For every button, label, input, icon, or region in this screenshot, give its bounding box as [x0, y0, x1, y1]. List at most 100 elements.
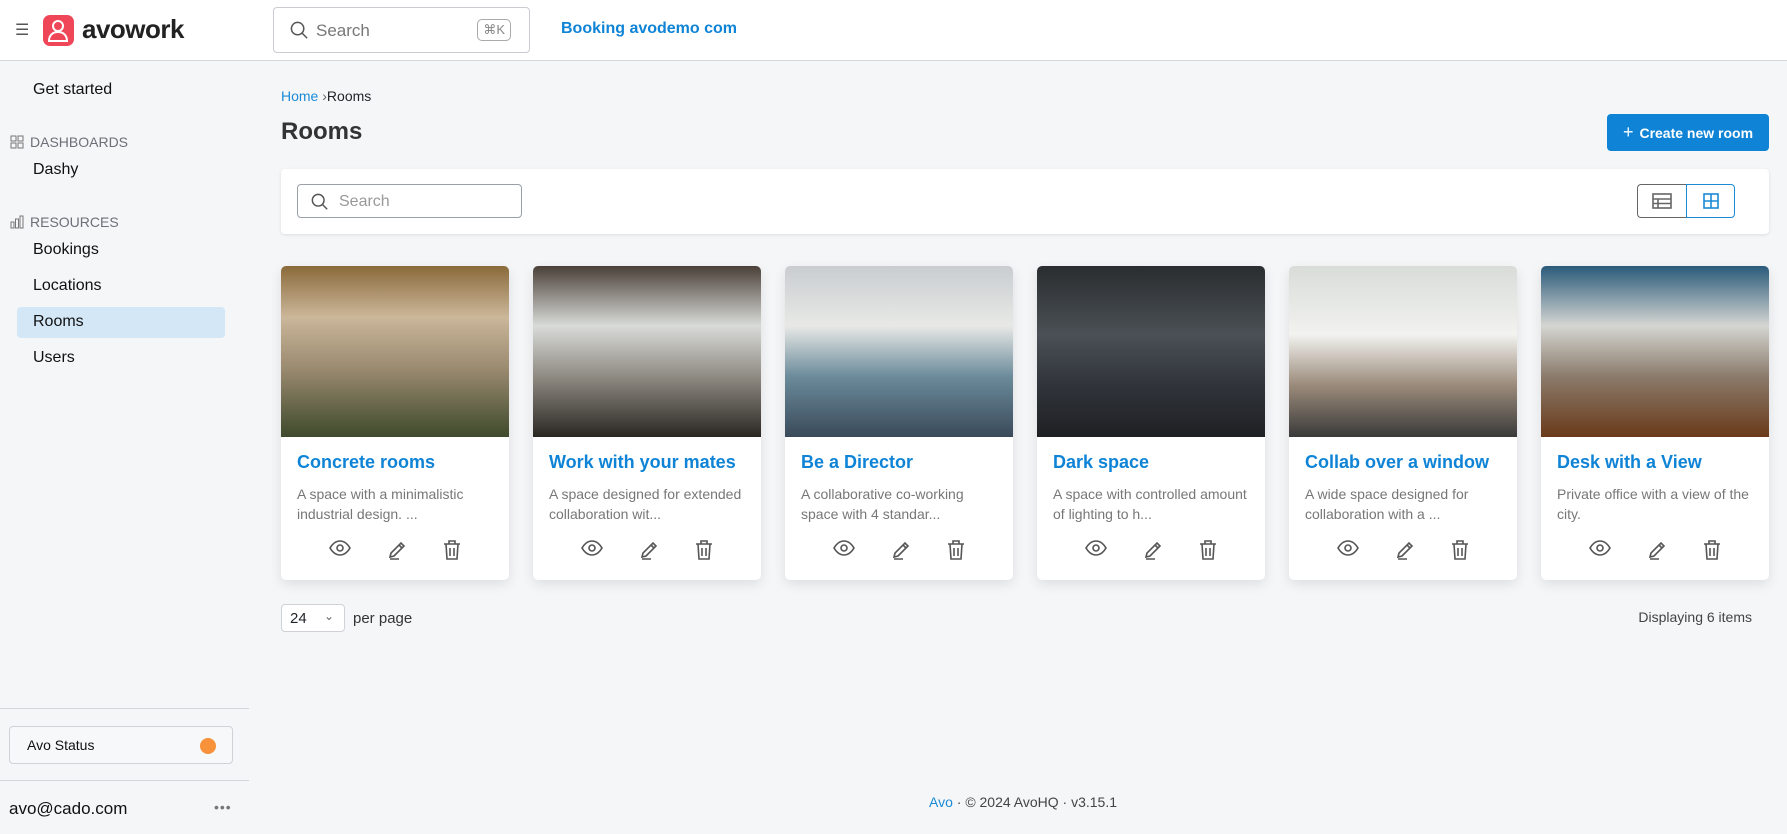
delete-icon[interactable]	[695, 540, 713, 565]
edit-icon[interactable]	[387, 540, 407, 565]
room-image[interactable]	[533, 266, 761, 437]
room-description: A space with a minimalistic industrial d…	[297, 486, 464, 522]
room-description: Private office with a view of the city.	[1557, 486, 1749, 522]
room-card: Dark space A space with controlled amoun…	[1037, 266, 1265, 580]
room-description: A collaborative co-working space with 4 …	[801, 486, 964, 522]
table-view-button[interactable]	[1637, 184, 1686, 218]
grid-view-button[interactable]	[1686, 184, 1735, 218]
chart-icon	[10, 215, 24, 229]
dashboards-heading-label: DASHBOARDS	[30, 134, 129, 150]
chevron-down-icon: ⌄	[323, 609, 334, 623]
filter-panel: Search	[281, 169, 1769, 234]
sidebar-item-get-started[interactable]: Get started	[33, 81, 112, 99]
per-page-value: 24	[290, 610, 307, 627]
room-description: A space with controlled amount of lighti…	[1053, 486, 1247, 522]
grid-icon	[1702, 193, 1719, 209]
breadcrumb: Home ›Rooms	[281, 88, 371, 104]
user-email: avo@cado.com	[9, 799, 128, 818]
edit-icon[interactable]	[891, 540, 911, 565]
divider	[0, 780, 249, 781]
delete-icon[interactable]	[443, 540, 461, 565]
table-icon	[1652, 193, 1672, 209]
sidebar-item-locations[interactable]: Locations	[33, 277, 102, 295]
delete-icon[interactable]	[1451, 540, 1469, 565]
card-actions	[281, 540, 509, 565]
edit-icon[interactable]	[639, 540, 659, 565]
delete-icon[interactable]	[1199, 540, 1217, 565]
room-title[interactable]: Be a Director	[801, 452, 913, 473]
room-title[interactable]: Collab over a window	[1305, 452, 1489, 473]
status-label: Avo Status	[27, 737, 95, 753]
avo-status-button[interactable]: Avo Status	[9, 726, 233, 764]
view-icon[interactable]	[833, 540, 855, 565]
view-icon[interactable]	[329, 540, 351, 565]
menu-icon[interactable]: ☰	[15, 20, 29, 40]
card-actions	[1541, 540, 1769, 565]
divider	[0, 708, 249, 709]
room-image[interactable]	[785, 266, 1013, 437]
card-actions	[785, 540, 1013, 565]
top-bar: ☰ avowork Search ⌘K Booking avodemo com	[0, 0, 1787, 61]
items-count: Displaying 6 items	[1638, 609, 1752, 625]
footer: Avo · © 2024 AvoHQ · v3.15.1	[929, 794, 1117, 810]
room-title[interactable]: Work with your mates	[549, 452, 736, 473]
global-search[interactable]: Search ⌘K	[273, 7, 530, 53]
resources-heading-label: RESOURCES	[30, 214, 119, 230]
footer-text: · © 2024 AvoHQ · v3.15.1	[952, 794, 1118, 810]
room-title[interactable]: Dark space	[1053, 452, 1149, 473]
card-actions	[533, 540, 761, 565]
room-image[interactable]	[1541, 266, 1769, 437]
search-icon	[311, 193, 328, 210]
status-dot-icon	[200, 738, 216, 754]
per-page-select[interactable]: 24 ⌄	[281, 604, 345, 632]
card-actions	[1037, 540, 1265, 565]
room-title[interactable]: Concrete rooms	[297, 452, 435, 473]
room-card: Desk with a View Private office with a v…	[1541, 266, 1769, 580]
room-description: A space designed for extended collaborat…	[549, 486, 742, 522]
app-link[interactable]: Booking avodemo com	[561, 20, 737, 38]
logo-icon[interactable]	[43, 15, 74, 46]
create-room-button[interactable]: + Create new room	[1607, 114, 1769, 151]
resources-heading: RESOURCES	[10, 214, 119, 230]
search-placeholder: Search	[339, 193, 390, 210]
search-icon	[290, 21, 308, 39]
brand-name[interactable]: avowork	[82, 14, 185, 45]
edit-icon[interactable]	[1647, 540, 1667, 565]
sidebar-item-users[interactable]: Users	[33, 349, 75, 367]
card-actions	[1289, 540, 1517, 565]
per-page-label: per page	[353, 610, 413, 627]
view-icon[interactable]	[1085, 540, 1107, 565]
create-room-label: Create new room	[1639, 124, 1754, 141]
delete-icon[interactable]	[1703, 540, 1721, 565]
view-icon[interactable]	[1337, 540, 1359, 565]
more-icon[interactable]: •••	[214, 799, 232, 815]
room-card: Concrete rooms A space with a minimalist…	[281, 266, 509, 580]
sidebar-item-rooms[interactable]: Rooms	[33, 313, 84, 331]
shortcut-hint: ⌘K	[477, 19, 511, 41]
view-toggle	[1637, 184, 1735, 218]
delete-icon[interactable]	[947, 540, 965, 565]
search-placeholder: Search	[316, 21, 370, 40]
footer-avo-link[interactable]: Avo	[929, 794, 953, 810]
room-card: Work with your mates A space designed fo…	[533, 266, 761, 580]
dashboards-heading: DASHBOARDS	[10, 134, 128, 150]
room-image[interactable]	[1037, 266, 1265, 437]
breadcrumb-home[interactable]: Home	[281, 88, 318, 104]
room-title[interactable]: Desk with a View	[1557, 452, 1702, 473]
sidebar-item-bookings[interactable]: Bookings	[33, 241, 99, 259]
breadcrumb-current: Rooms	[326, 88, 372, 104]
view-icon[interactable]	[1589, 540, 1611, 565]
view-icon[interactable]	[581, 540, 603, 565]
page-title: Rooms	[281, 118, 363, 145]
room-image[interactable]	[1289, 266, 1517, 437]
grid-icon	[10, 135, 24, 149]
plus-icon: +	[1622, 122, 1634, 142]
edit-icon[interactable]	[1395, 540, 1415, 565]
room-image[interactable]	[281, 266, 509, 437]
edit-icon[interactable]	[1143, 540, 1163, 565]
resource-search-input[interactable]: Search	[297, 184, 522, 218]
sidebar-item-dashy[interactable]: Dashy	[33, 161, 78, 179]
room-description: A wide space designed for collaboration …	[1305, 486, 1469, 522]
room-card: Be a Director A collaborative co-working…	[785, 266, 1013, 580]
room-card: Collab over a window A wide space design…	[1289, 266, 1517, 580]
